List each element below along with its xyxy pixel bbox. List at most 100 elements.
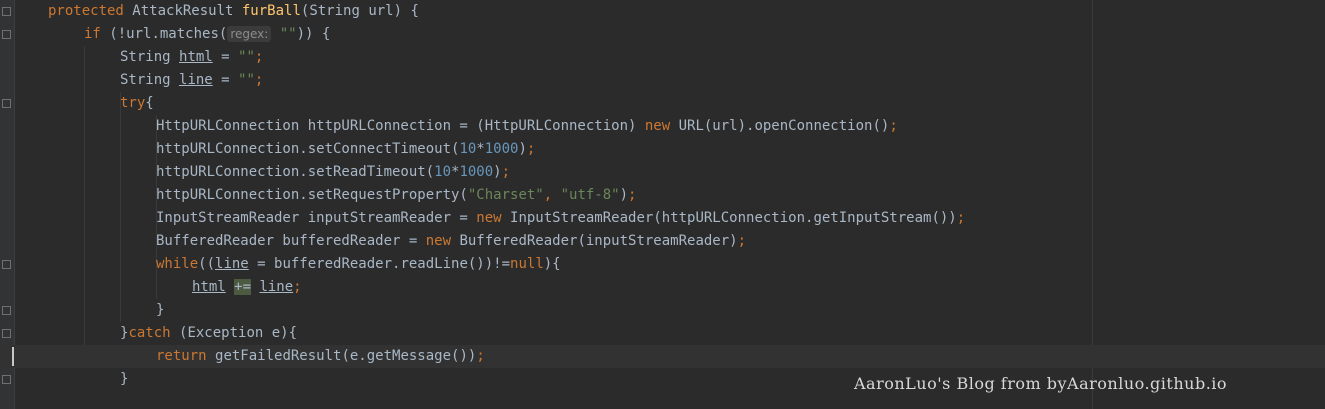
code-token: 1000 — [459, 164, 494, 180]
code-line-content: while((line = bufferedReader.readLine())… — [156, 253, 561, 276]
code-line-content: if (!url.matches(regex: "")) { — [84, 23, 330, 46]
code-line-content: protected AttackResult furBall(String ur… — [48, 0, 419, 23]
code-line[interactable]: html += line; — [0, 276, 1325, 299]
code-token: html — [192, 279, 226, 295]
code-token: furBall — [241, 3, 301, 19]
code-token: while — [156, 256, 199, 272]
code-token: ; — [254, 49, 264, 65]
code-line[interactable]: }catch (Exception e){ — [0, 322, 1325, 345]
code-token: 10 — [459, 141, 477, 157]
code-line[interactable]: return getFailedResult(e.getMessage()); — [0, 345, 1325, 368]
code-line[interactable]: httpURLConnection.setConnectTimeout(10*1… — [0, 138, 1325, 161]
code-line[interactable]: httpURLConnection.setRequestProperty("Ch… — [0, 184, 1325, 207]
code-line-content: httpURLConnection.setReadTimeout(10*1000… — [156, 161, 510, 184]
code-token: catch — [128, 325, 180, 341]
code-token: } — [156, 302, 165, 318]
code-token: += — [234, 279, 252, 295]
code-token: ; — [526, 141, 536, 157]
code-token: = — [212, 72, 239, 88]
code-line[interactable]: } — [0, 299, 1325, 322]
code-token: ; — [254, 72, 264, 88]
code-token: } — [120, 371, 129, 387]
code-token: line — [179, 72, 213, 88]
code-token: ) — [493, 164, 502, 180]
code-token: httpURLConnection.setConnectTimeout( — [156, 141, 460, 157]
code-token: ; — [956, 210, 966, 226]
code-token: ; — [501, 164, 511, 180]
code-token: ) — [518, 141, 527, 157]
code-token: InputStreamReader inputStreamReader = — [156, 210, 477, 226]
code-line[interactable]: InputStreamReader inputStreamReader = ne… — [0, 207, 1325, 230]
parameter-hint: regex: — [227, 26, 272, 42]
watermark-text: AaronLuo's Blog from byAaronluo.github.i… — [854, 374, 1228, 393]
code-token: "Charset" — [467, 187, 544, 203]
code-token: httpURLConnection.setReadTimeout( — [156, 164, 435, 180]
code-token: String — [120, 72, 180, 88]
code-line[interactable]: while((line = bufferedReader.readLine())… — [0, 253, 1325, 276]
code-token: try — [120, 95, 146, 111]
code-token: (Exception e){ — [179, 325, 298, 341]
code-line-content: InputStreamReader inputStreamReader = ne… — [156, 207, 965, 230]
code-token: 1000 — [484, 141, 519, 157]
code-token: httpURLConnection.setRequestProperty( — [156, 187, 468, 203]
code-token: ) — [619, 187, 629, 203]
code-token: getFailedResult(e.getMessage()) — [215, 348, 477, 364]
code-line[interactable]: HttpURLConnection httpURLConnection = (H… — [0, 115, 1325, 138]
code-token: BufferedReader(inputStreamReader) — [459, 233, 738, 249]
text-caret — [12, 347, 14, 366]
code-line[interactable]: protected AttackResult furBall(String ur… — [0, 0, 1325, 23]
code-token: line — [259, 279, 294, 295]
code-token: line — [215, 256, 249, 272]
code-line[interactable]: String html = ""; — [0, 46, 1325, 69]
code-line[interactable]: String line = ""; — [0, 69, 1325, 92]
code-token: null — [510, 256, 544, 272]
code-line-content: html += line; — [192, 276, 302, 299]
code-line-content: httpURLConnection.setRequestProperty("Ch… — [156, 184, 636, 207]
code-token: InputStreamReader(httpURLConnection.getI… — [510, 210, 957, 226]
code-token: ){ — [543, 256, 561, 272]
code-token: html — [179, 49, 213, 65]
code-token: String — [120, 49, 180, 65]
code-token: ; — [628, 187, 637, 203]
code-token: (!url.matches( — [109, 26, 228, 42]
code-line[interactable]: try{ — [0, 92, 1325, 115]
code-token: ; — [476, 348, 485, 364]
code-token: new — [425, 233, 460, 249]
code-line-content: HttpURLConnection httpURLConnection = (H… — [156, 115, 898, 138]
code-line-content: try{ — [120, 92, 154, 115]
code-token: "utf-8" — [560, 187, 620, 203]
code-token: new — [476, 210, 511, 226]
code-line[interactable]: if (!url.matches(regex: "")) { — [0, 23, 1325, 46]
code-token: ; — [889, 118, 898, 134]
code-token: HttpURLConnection httpURLConnection = (H… — [156, 118, 645, 134]
code-token: = — [212, 49, 239, 65]
code-token: * — [476, 141, 485, 157]
code-token: ; — [293, 279, 302, 295]
code-line-content: } — [120, 368, 128, 391]
code-token: new — [644, 118, 679, 134]
code-line-content: }catch (Exception e){ — [120, 322, 297, 345]
code-line-content: String html = ""; — [120, 46, 263, 69]
code-line-content: String line = ""; — [120, 69, 263, 92]
code-token: AttackResult — [132, 3, 242, 19]
code-token: = bufferedReader.readLine())!= — [248, 256, 511, 272]
code-token: (String url) { — [300, 3, 419, 19]
code-token: "" — [238, 72, 255, 88]
code-line[interactable]: BufferedReader bufferedReader = new Buff… — [0, 230, 1325, 253]
code-token: (( — [198, 256, 216, 272]
code-token: { — [145, 95, 154, 111]
code-line-content: BufferedReader bufferedReader = new Buff… — [156, 230, 746, 253]
code-token: "" — [279, 26, 297, 42]
code-line-content: httpURLConnection.setConnectTimeout(10*1… — [156, 138, 535, 161]
code-token: BufferedReader bufferedReader = — [156, 233, 426, 249]
code-line[interactable]: httpURLConnection.setReadTimeout(10*1000… — [0, 161, 1325, 184]
code-line-content: } — [156, 299, 164, 322]
code-token: ; — [737, 233, 747, 249]
code-line-content: return getFailedResult(e.getMessage()); — [156, 345, 485, 368]
code-token: return — [156, 348, 216, 364]
code-token: if — [84, 26, 110, 42]
code-token: 10 — [434, 164, 452, 180]
code-token: URL(url).openConnection() — [678, 118, 890, 134]
